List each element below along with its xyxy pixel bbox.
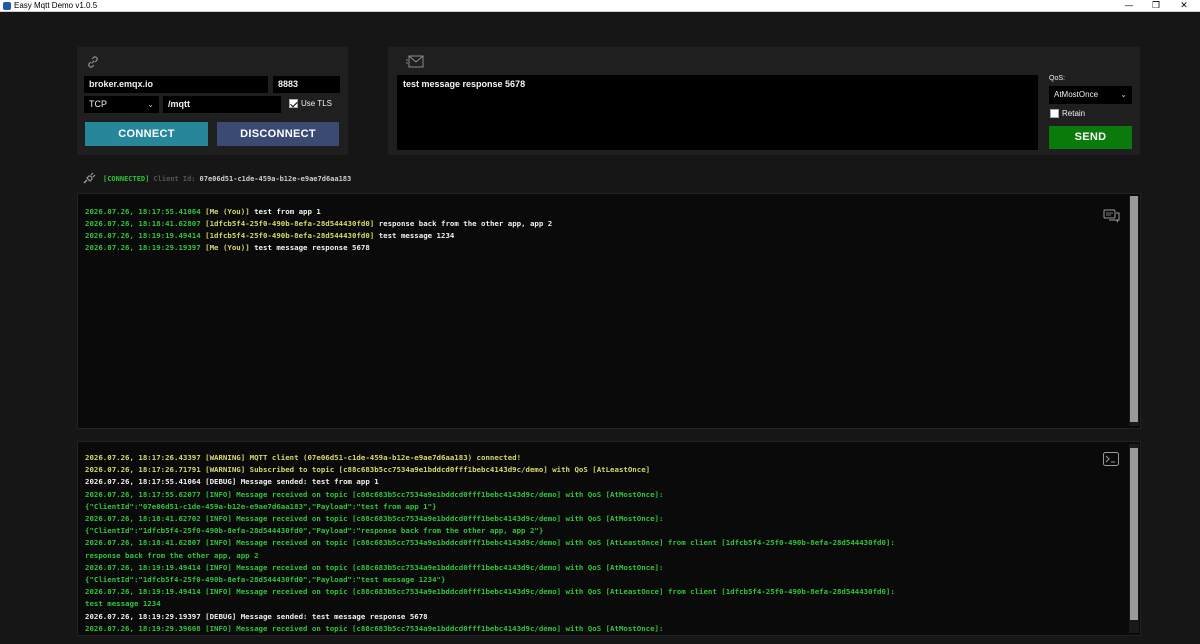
connection-status: [CONNECTED] Client Id: 07e06d51-c1de-459… [82, 172, 351, 185]
log-line: 2026.07.26, 18:17:26.43397 [WARNING] MQT… [85, 453, 522, 462]
minimize-button[interactable]: — [1115, 0, 1143, 12]
window-title: Easy Mqtt Demo v1.0.5 [14, 1, 98, 10]
message-row: 2026.07.26, 18:18:41.62807 [1dfcb5f4-25f… [85, 218, 552, 230]
port-input[interactable]: 8883 [273, 76, 340, 93]
connection-state: [CONNECTED] [103, 174, 150, 183]
qos-label: QoS: [1049, 75, 1065, 82]
log-line: {"ClientId":"07e06d51-c1de-459a-b12e-e9a… [85, 501, 437, 511]
log-line: test message 1234 [85, 599, 161, 609]
system-log[interactable]: 2026.07.26, 18:17:26.43397 [WARNING] MQT… [77, 441, 1141, 636]
message-row: 2026.07.26, 18:17:55.41064 [Me (You)] te… [85, 206, 552, 218]
message-row: 2026.07.26, 18:19:19.49414 [1dfcb5f4-25f… [85, 230, 552, 242]
envelope-icon [406, 55, 424, 68]
client-id-label: Client Id: [153, 174, 196, 183]
qos-value: AtMostOnce [1054, 90, 1099, 99]
checkbox-box [1050, 109, 1059, 118]
plug-icon [83, 172, 96, 184]
message-textarea[interactable]: test message response 5678 [397, 75, 1038, 150]
log-line: 2026.07.26, 18:19:19.49414 [INFO] Messag… [85, 562, 664, 572]
close-button[interactable]: ✕ [1170, 0, 1198, 12]
message-sender: [Me (You)] [205, 207, 250, 216]
connect-button[interactable]: CONNECT [85, 122, 208, 146]
use-tls-checkbox[interactable]: Use TLS [289, 99, 332, 108]
title-bar: Easy Mqtt Demo v1.0.5 — ❐ ✕ [0, 0, 1200, 12]
message-text: test from app 1 [254, 207, 321, 216]
message-timestamp: 2026.07.26, 18:18:41.62807 [85, 219, 201, 228]
send-button[interactable]: SEND [1049, 126, 1132, 149]
qos-select[interactable]: AtMostOnce ⌄ [1049, 86, 1132, 104]
log-line: 2026.07.26, 18:18:41.62702 [INFO] Messag… [85, 514, 664, 524]
log-line: 2026.07.26, 18:19:29.19397 [DEBUG] Messa… [85, 611, 428, 621]
app-icon [3, 2, 11, 10]
scrollbar-thumb[interactable] [1130, 196, 1138, 422]
messages-log[interactable]: 2026.07.26, 18:17:55.41064 [Me (You)] te… [77, 193, 1141, 429]
use-tls-label: Use TLS [301, 99, 332, 108]
messages-scrollbar[interactable] [1129, 196, 1139, 426]
message-sender: [1dfcb5f4-25f0-490b-8efa-28d544430fd0] [205, 231, 375, 240]
log-line: 2026.07.26, 18:19:19.49414 [INFO] Messag… [85, 587, 895, 597]
retain-label: Retain [1062, 109, 1086, 118]
maximize-button[interactable]: ❐ [1142, 0, 1170, 12]
log-line: response back from the other app, app 2 [85, 550, 259, 560]
log-line: {"ClientId":"1dfcb5f4-25f0-490b-8efa-28d… [85, 526, 544, 536]
protocol-value: TCP [89, 99, 107, 109]
link-icon [88, 56, 98, 68]
checkbox-box [289, 99, 298, 108]
scrollbar-thumb[interactable] [1130, 448, 1138, 620]
messages-list: 2026.07.26, 18:17:55.41064 [Me (You)] te… [85, 206, 552, 254]
chevron-down-icon: ⌄ [1120, 90, 1127, 99]
chat-icon [1103, 209, 1120, 223]
message-row: 2026.07.26, 18:19:29.19397 [Me (You)] te… [85, 242, 552, 254]
disconnect-button[interactable]: DISCONNECT [217, 122, 339, 146]
message-timestamp: 2026.07.26, 18:17:55.41064 [85, 207, 201, 216]
log-line: 2026.07.26, 18:17:26.71791 [WARNING] Sub… [85, 465, 651, 475]
log-line: {"ClientId":"1dfcb5f4-25f0-490b-8efa-28d… [85, 575, 446, 585]
log-line: 2026.07.26, 18:19:29.39608 [INFO] Messag… [85, 623, 664, 633]
message-sender: [1dfcb5f4-25f0-490b-8efa-28d544430fd0] [205, 219, 375, 228]
host-input[interactable]: broker.emqx.io [84, 76, 268, 93]
publish-panel: test message response 5678 QoS: AtMostOn… [388, 47, 1140, 155]
chevron-down-icon: ⌄ [147, 100, 154, 109]
log-line: 2026.07.26, 18:18:41.62807 [INFO] Messag… [85, 538, 895, 548]
terminal-icon [1103, 452, 1119, 466]
system-log-list: 2026.07.26, 18:17:26.43397 [WARNING] MQT… [85, 452, 895, 635]
message-timestamp: 2026.07.26, 18:19:29.19397 [85, 243, 201, 252]
system-log-scrollbar[interactable] [1129, 444, 1139, 633]
message-timestamp: 2026.07.26, 18:19:19.49414 [85, 231, 201, 240]
message-text: test message 1234 [378, 231, 455, 240]
path-input[interactable]: /mqtt [163, 96, 281, 113]
message-text: response back from the other app, app 2 [378, 219, 553, 228]
log-line: 2026.07.26, 18:17:55.41064 [DEBUG] Messa… [85, 477, 379, 487]
connection-panel: broker.emqx.io 8883 TCP ⌄ /mqtt Use TLS … [77, 47, 348, 155]
message-text: test message response 5678 [254, 243, 370, 252]
client-id-value: 07e06d51-c1de-459a-b12e-e9ae7d6aa183 [199, 174, 352, 183]
message-sender: [Me (You)] [205, 243, 250, 252]
protocol-select[interactable]: TCP ⌄ [84, 96, 159, 113]
log-line: 2026.07.26, 18:17:55.62077 [INFO] Messag… [85, 489, 664, 499]
retain-checkbox[interactable]: Retain [1050, 109, 1085, 118]
